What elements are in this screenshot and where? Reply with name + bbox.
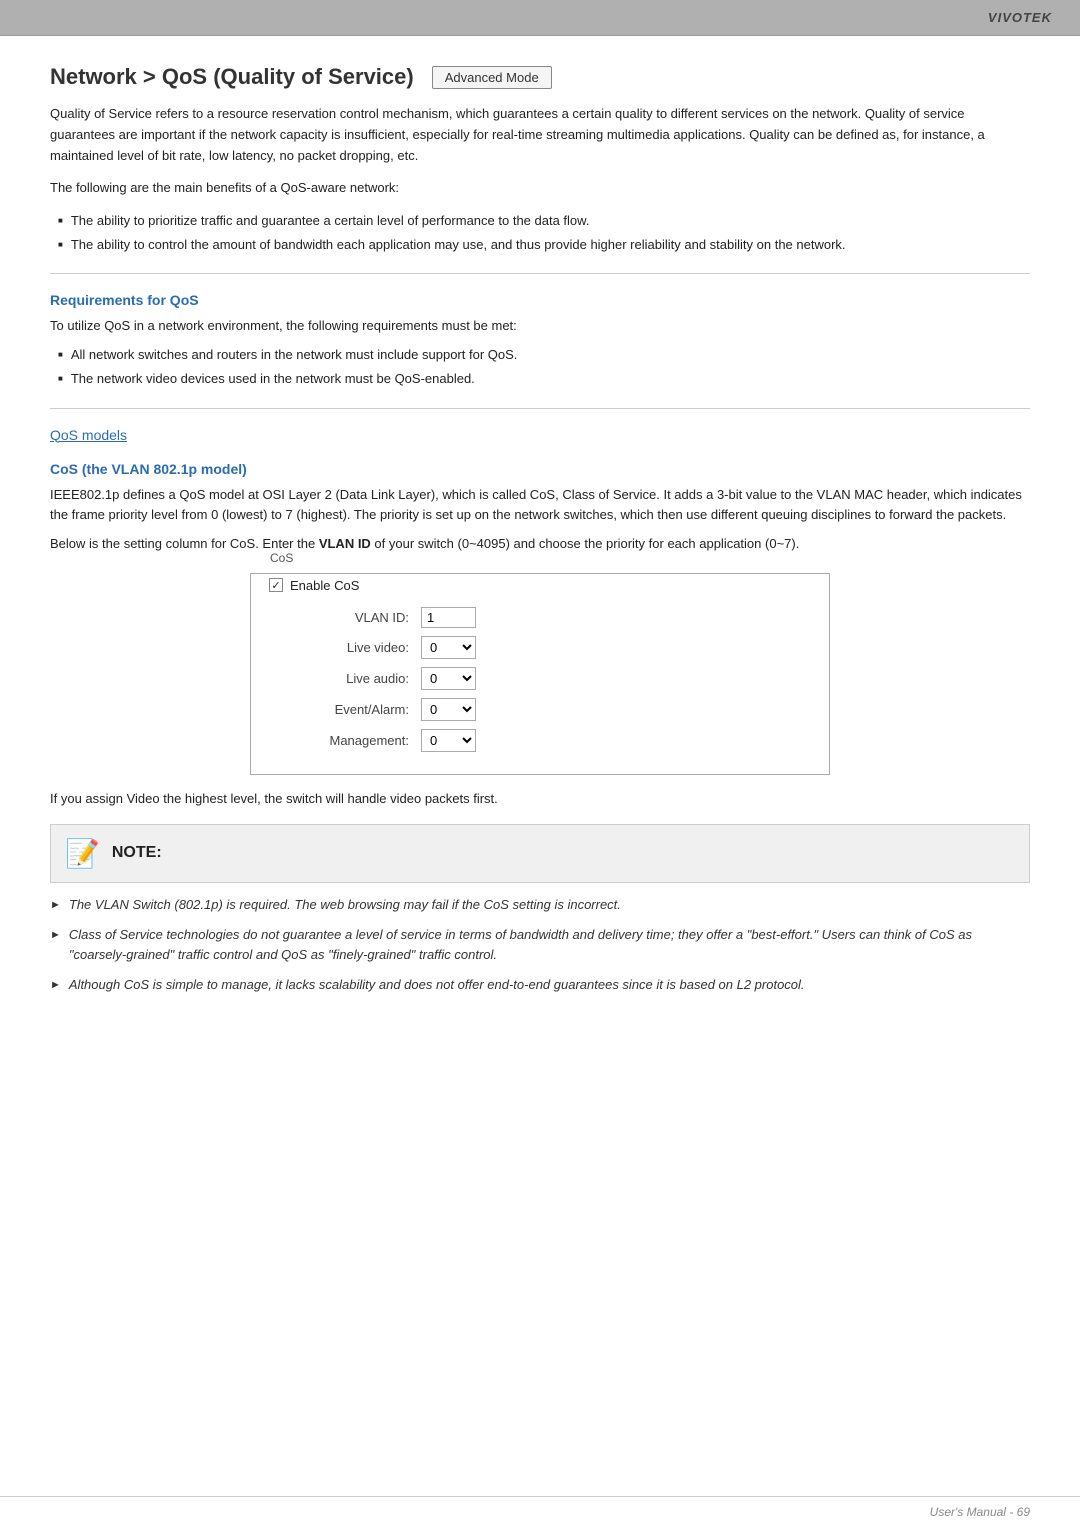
vlan-id-label: VLAN ID: <box>299 610 409 625</box>
req-bullet-2: The network video devices used in the ne… <box>58 369 1030 389</box>
note-bullet-3: Although CoS is simple to manage, it lac… <box>50 975 1030 995</box>
note-bullets-list: The VLAN Switch (802.1p) is required. Th… <box>50 895 1030 996</box>
note-bullet-1: The VLAN Switch (802.1p) is required. Th… <box>50 895 1030 915</box>
note-title: NOTE: <box>112 844 162 862</box>
cos-management-row: Management: 0123 4567 <box>269 729 811 752</box>
cos-para-2: Below is the setting column for CoS. Ent… <box>50 534 1030 555</box>
cos-para-2-prefix: Below is the setting column for CoS. Ent… <box>50 536 319 551</box>
live-audio-label: Live audio: <box>299 671 409 686</box>
divider-1 <box>50 273 1030 274</box>
cos-para-2-suffix: of your switch (0~4095) and choose the p… <box>371 536 800 551</box>
requirements-section: Requirements for QoS To utilize QoS in a… <box>50 292 1030 389</box>
intro-bullet-1: The ability to prioritize traffic and gu… <box>58 211 1030 231</box>
requirements-heading: Requirements for QoS <box>50 292 1030 308</box>
management-label: Management: <box>299 733 409 748</box>
footer: User's Manual - 69 <box>0 1496 1080 1527</box>
note-icon: 📝 <box>65 837 100 870</box>
cos-event-alarm-row: Event/Alarm: 0123 4567 <box>269 698 811 721</box>
cos-live-video-row: Live video: 0123 4567 <box>269 636 811 659</box>
enable-cos-row: Enable CoS <box>269 578 811 593</box>
page-title-row: Network > QoS (Quality of Service) Advan… <box>50 64 1030 90</box>
live-video-label: Live video: <box>299 640 409 655</box>
enable-cos-checkbox[interactable] <box>269 578 283 592</box>
divider-2 <box>50 408 1030 409</box>
live-audio-select[interactable]: 0123 4567 <box>421 667 476 690</box>
cos-box: CoS Enable CoS VLAN ID: Live video: 0123 <box>250 573 830 775</box>
event-alarm-label: Event/Alarm: <box>299 702 409 717</box>
qos-models-link[interactable]: QoS models <box>50 427 127 443</box>
cos-para-1: IEEE802.1p defines a QoS model at OSI La… <box>50 485 1030 527</box>
advanced-mode-button[interactable]: Advanced Mode <box>432 66 552 89</box>
management-select[interactable]: 0123 4567 <box>421 729 476 752</box>
live-video-select[interactable]: 0123 4567 <box>421 636 476 659</box>
cos-box-title: CoS <box>264 551 299 565</box>
requirements-text: To utilize QoS in a network environment,… <box>50 316 1030 337</box>
note-box: 📝 NOTE: <box>50 824 1030 883</box>
cos-vlan-row: VLAN ID: <box>269 607 811 628</box>
top-bar: VIVOTEK <box>0 0 1080 36</box>
req-bullet-1: All network switches and routers in the … <box>58 345 1030 365</box>
intro-bullet-2: The ability to control the amount of ban… <box>58 235 1030 255</box>
cos-box-inner: CoS Enable CoS VLAN ID: Live video: 0123 <box>251 566 829 774</box>
page-title: Network > QoS (Quality of Service) <box>50 64 414 90</box>
page-wrapper: VIVOTEK Network > QoS (Quality of Servic… <box>0 0 1080 1527</box>
main-content: Network > QoS (Quality of Service) Advan… <box>0 36 1080 1045</box>
vlan-id-input[interactable] <box>421 607 476 628</box>
intro-bullet-list: The ability to prioritize traffic and gu… <box>58 211 1030 255</box>
cos-heading: CoS (the VLAN 802.1p model) <box>50 461 1030 477</box>
note-bullet-2: Class of Service technologies do not gua… <box>50 925 1030 965</box>
brand-label: VIVOTEK <box>988 10 1052 25</box>
event-alarm-select[interactable]: 0123 4567 <box>421 698 476 721</box>
intro-paragraph-2: The following are the main benefits of a… <box>50 178 1030 199</box>
cos-note-after-box: If you assign Video the highest level, t… <box>50 789 1030 810</box>
intro-paragraph-1: Quality of Service refers to a resource … <box>50 104 1030 166</box>
enable-cos-label: Enable CoS <box>290 578 359 593</box>
requirements-bullet-list: All network switches and routers in the … <box>58 345 1030 389</box>
cos-live-audio-row: Live audio: 0123 4567 <box>269 667 811 690</box>
cos-para-2-bold: VLAN ID <box>319 536 371 551</box>
footer-text: User's Manual - 69 <box>930 1505 1030 1519</box>
